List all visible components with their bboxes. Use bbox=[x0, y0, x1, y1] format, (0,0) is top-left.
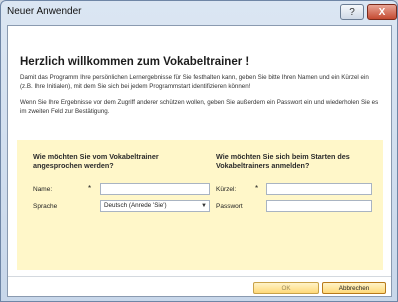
left-section-heading: Wie möchten Sie vom Vokabeltrainer anges… bbox=[33, 152, 159, 170]
dialog-client-area: Herzlich willkommen zum Vokabeltrainer !… bbox=[7, 25, 392, 297]
short-label: Kürzel: bbox=[216, 186, 237, 193]
intro-paragraph: Damit das Programm Ihre persönlichen Ler… bbox=[20, 74, 369, 90]
window-title: Neuer Anwender bbox=[7, 6, 82, 17]
help-icon: ? bbox=[349, 6, 355, 18]
password-field[interactable] bbox=[266, 200, 372, 212]
new-user-dialog: Neuer Anwender ? X Herzlich willkommen z… bbox=[0, 0, 398, 302]
chevron-down-icon: ▼ bbox=[201, 203, 207, 209]
dialog-footer: OK Abbrechen bbox=[8, 277, 391, 296]
language-label: Sprache bbox=[33, 203, 58, 210]
password-paragraph: Wenn Sie Ihre Ergebnisse vor dem Zugriff… bbox=[20, 99, 379, 115]
right-section-heading: Wie möchten Sie sich beim Starten des Vo… bbox=[216, 152, 350, 170]
name-required-marker: * bbox=[88, 184, 92, 193]
name-field[interactable] bbox=[100, 183, 210, 195]
language-select-value: Deutsch (Anrede 'Sie') bbox=[104, 202, 167, 209]
short-field[interactable] bbox=[266, 183, 372, 195]
welcome-heading: Herzlich willkommen zum Vokabeltrainer ! bbox=[20, 56, 250, 68]
close-icon: X bbox=[378, 6, 386, 18]
help-button[interactable]: ? bbox=[340, 4, 364, 20]
cancel-button[interactable]: Abbrechen bbox=[322, 282, 386, 294]
ok-button[interactable]: OK bbox=[253, 282, 319, 294]
language-select[interactable]: Deutsch (Anrede 'Sie') ▼ bbox=[100, 200, 210, 212]
password-label: Passwort bbox=[216, 203, 243, 210]
short-required-marker: * bbox=[255, 184, 259, 193]
registration-panel: Wie möchten Sie vom Vokabeltrainer anges… bbox=[17, 140, 383, 270]
name-label: Name: bbox=[33, 186, 53, 193]
close-button[interactable]: X bbox=[367, 4, 397, 20]
title-bar: Neuer Anwender ? X bbox=[1, 1, 397, 25]
